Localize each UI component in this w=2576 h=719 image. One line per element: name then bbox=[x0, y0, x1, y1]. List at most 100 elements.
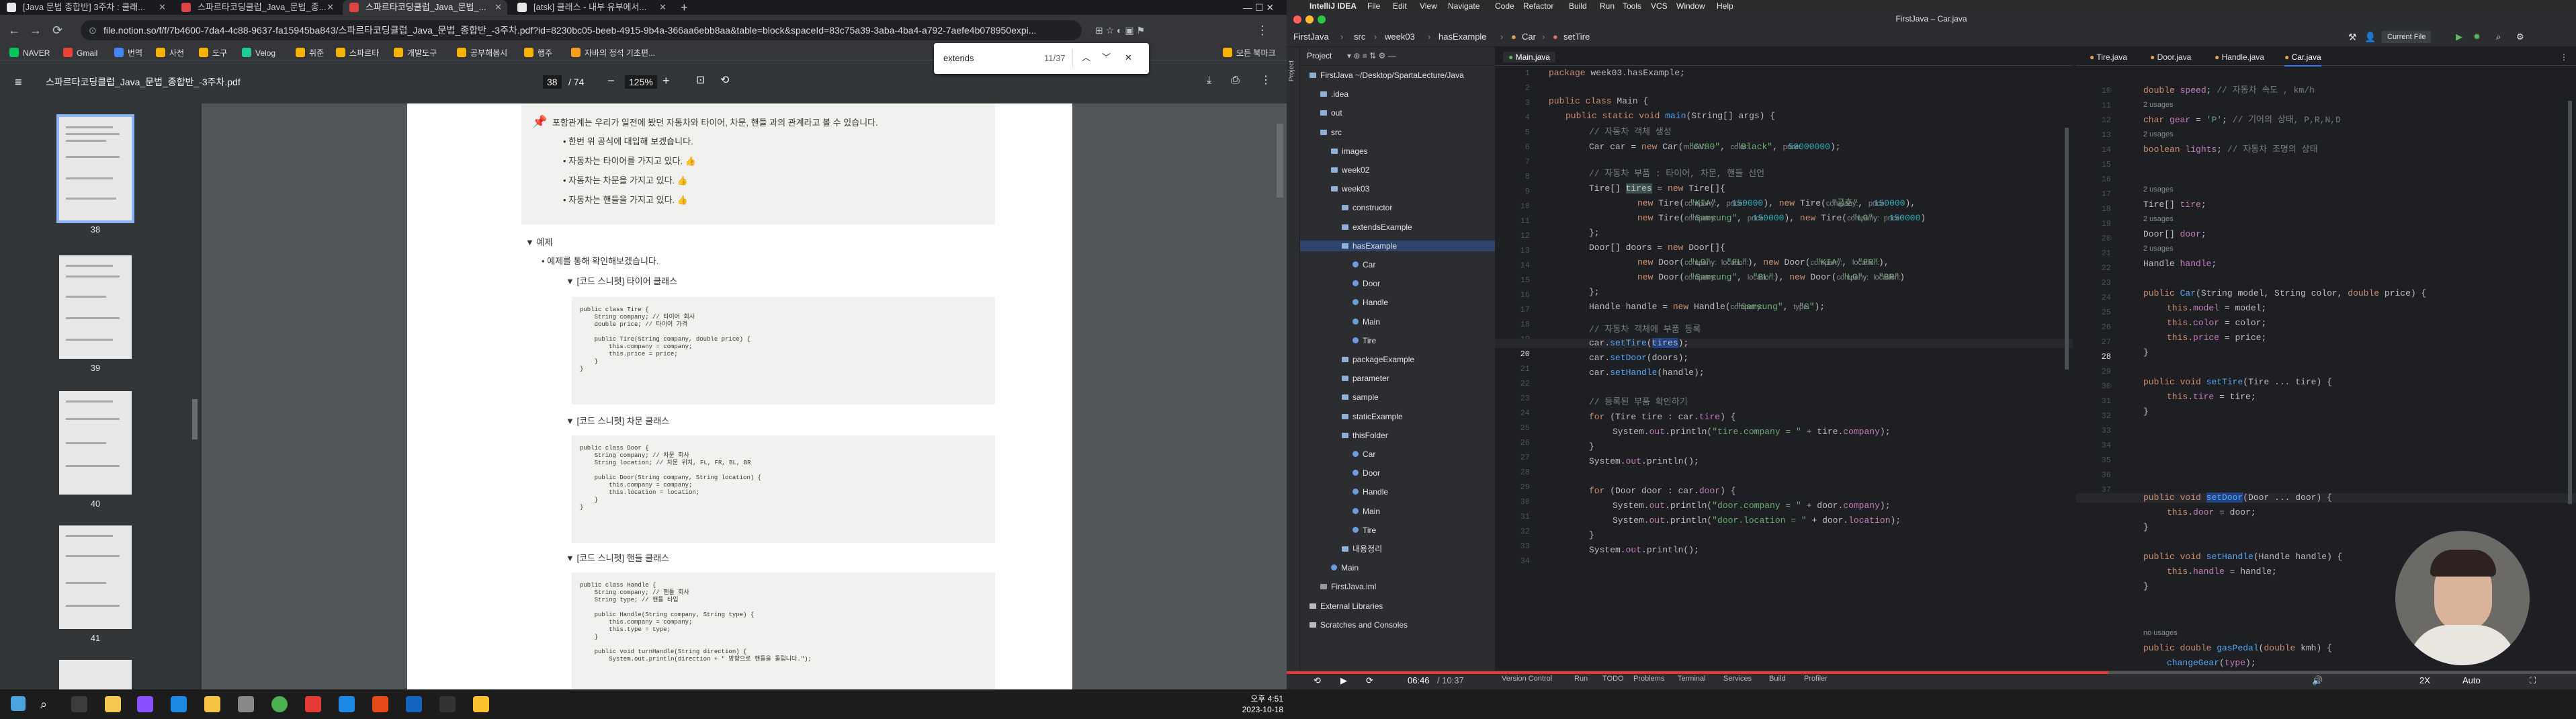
menu-item[interactable]: Code bbox=[1495, 0, 1514, 12]
run-config-select[interactable]: Current File bbox=[2382, 31, 2432, 43]
tree-item[interactable]: week02 bbox=[1300, 165, 1495, 175]
menu-item[interactable]: Refactor bbox=[1523, 0, 1553, 12]
code-line[interactable]: new Door(company: "LG", location: "FL"),… bbox=[1637, 258, 1889, 267]
search-icon[interactable]: ⌕ bbox=[2496, 31, 2501, 43]
bookmark-item[interactable]: 자바의 정석 기초편... bbox=[571, 47, 655, 59]
bookmark-item[interactable]: 사전 bbox=[156, 47, 184, 59]
tree-item[interactable]: Handle bbox=[1300, 487, 1495, 497]
example-toggle[interactable]: ▼ 예제 bbox=[525, 237, 552, 249]
bookmark-item[interactable]: 공부해봅시 bbox=[457, 47, 507, 59]
code-line[interactable]: public static void main(String[] args) { bbox=[1565, 112, 1775, 121]
breadcrumb-item[interactable]: src bbox=[1354, 31, 1365, 43]
code-line[interactable]: } bbox=[2143, 348, 2149, 357]
code-line[interactable]: }; bbox=[1589, 228, 1600, 238]
page-thumbnail[interactable] bbox=[59, 660, 132, 689]
section-title[interactable]: ▼ [코드 스니펫] 핸들 클래스 bbox=[566, 552, 669, 564]
code-line[interactable]: public void setHandle(Handle handle) { bbox=[2143, 552, 2342, 562]
settings-icon[interactable]: ⚙ bbox=[2516, 31, 2524, 43]
code-line[interactable]: } bbox=[2143, 582, 2149, 591]
zoom-out-icon[interactable]: − bbox=[607, 74, 615, 87]
tree-item[interactable]: parameter bbox=[1300, 373, 1495, 384]
tree-item[interactable]: constructor bbox=[1300, 202, 1495, 213]
code-line[interactable]: double speed; // 자동차 속도 , km/h bbox=[2143, 86, 2315, 95]
code-line[interactable]: // 자동차 부품 : 타이어, 차문, 핸들 선언 bbox=[1589, 169, 1764, 179]
all-bookmarks[interactable]: 모든 북마크 bbox=[1223, 47, 1276, 59]
bookmark-item[interactable]: NAVER bbox=[9, 47, 50, 59]
close-tab-icon[interactable]: ✕ bbox=[327, 0, 334, 15]
status-item[interactable]: Problems bbox=[1633, 674, 1664, 683]
app-icon[interactable] bbox=[305, 696, 321, 712]
reload-icon[interactable]: ⟳ bbox=[52, 23, 62, 38]
code-line[interactable]: this.door = door; bbox=[2167, 508, 2256, 517]
project-panel-icons[interactable]: ▾ ⊕ ≡ ⇅ ⚙ — bbox=[1347, 51, 1396, 60]
tree-item[interactable]: Scratches and Consoles bbox=[1300, 620, 1495, 630]
forward-icon[interactable]: ⟳ bbox=[1366, 675, 1373, 686]
bookmark-item[interactable]: Velog bbox=[242, 47, 275, 59]
speed-button[interactable]: 2X bbox=[2419, 675, 2430, 685]
editor-tab-main[interactable]: ● Main.java bbox=[1503, 52, 1555, 62]
code-line[interactable]: public void setDoor(Door ... door) { bbox=[2143, 493, 2332, 503]
code-line[interactable]: } bbox=[2143, 407, 2149, 417]
user-icon[interactable]: 👤 bbox=[2364, 31, 2376, 43]
close-tab-icon[interactable]: ✕ bbox=[659, 0, 667, 15]
code-line[interactable]: } bbox=[2143, 523, 2149, 532]
code-line[interactable]: } bbox=[1589, 531, 1594, 540]
editor-tab-active[interactable]: ● Car.java bbox=[2284, 52, 2321, 67]
tree-item[interactable]: src bbox=[1300, 127, 1495, 138]
status-item[interactable]: Build bbox=[1769, 674, 1785, 683]
thumbnail-scrollbar[interactable] bbox=[192, 399, 198, 439]
code-line[interactable]: new Tire(company: "Samsung", price: 1500… bbox=[1637, 214, 1926, 223]
close-tab-icon[interactable]: ✕ bbox=[159, 0, 166, 15]
usages-hint[interactable]: 2 usages bbox=[2143, 101, 2174, 109]
code-line[interactable]: boolean lights; // 자동차 조명의 상태 bbox=[2143, 145, 2318, 155]
menu-item[interactable]: Navigate bbox=[1448, 0, 1479, 12]
code-line[interactable]: System.out.println("door.company = " + d… bbox=[1613, 501, 1891, 511]
code-line[interactable]: Handle handle; bbox=[2143, 259, 2217, 269]
code-line[interactable]: // 등록된 부품 확인하기 bbox=[1589, 398, 1688, 407]
status-item[interactable]: Run bbox=[1574, 674, 1588, 683]
code-line[interactable]: new Tire(company: "KIA", price: 150000),… bbox=[1637, 199, 1916, 208]
bookmark-item[interactable]: 행주 bbox=[524, 47, 552, 59]
tree-item[interactable]: out bbox=[1300, 108, 1495, 118]
back-icon[interactable]: ← bbox=[8, 23, 20, 38]
volume-icon[interactable]: 🔊 bbox=[2312, 675, 2323, 686]
more-tabs-icon[interactable]: ⋮ bbox=[2560, 52, 2568, 62]
new-tab-button[interactable]: + bbox=[675, 0, 695, 15]
breadcrumb-item[interactable]: week03 bbox=[1385, 31, 1415, 43]
tree-item[interactable]: packageExample bbox=[1300, 354, 1495, 365]
code-line[interactable]: this.model = model; bbox=[2167, 304, 2266, 313]
menu-app[interactable]: IntelliJ IDEA bbox=[1310, 0, 1357, 12]
usages-hint[interactable]: 2 usages bbox=[2143, 245, 2174, 253]
code-line[interactable]: for (Tire tire : car.tire) { bbox=[1589, 413, 1735, 422]
explorer-icon[interactable] bbox=[204, 696, 220, 712]
print-icon[interactable]: ⎙ bbox=[1231, 74, 1240, 87]
menu-item[interactable]: Build bbox=[1569, 0, 1587, 12]
menu-item[interactable]: Help bbox=[1717, 0, 1733, 12]
browser-tab[interactable]: 스파르타코딩클럽_Java_문법_종... ✕ bbox=[175, 0, 339, 15]
usages-hint[interactable]: 2 usages bbox=[2143, 215, 2174, 223]
bookmark-item[interactable]: 취준 bbox=[296, 47, 324, 59]
code-line[interactable]: System.out.println(); bbox=[1589, 457, 1699, 466]
status-item[interactable]: Terminal bbox=[1678, 674, 1706, 683]
extensions-icons[interactable]: ⊞ ☆ ◐ ▣ ⚑ bbox=[1095, 23, 1145, 38]
code-line[interactable]: Car car = new Car(model: "GV80", color: … bbox=[1589, 142, 1841, 152]
menu-item[interactable]: VCS bbox=[1651, 0, 1668, 12]
code-line[interactable]: car.setHandle(handle); bbox=[1589, 368, 1705, 378]
tree-item[interactable]: thisFolder bbox=[1300, 430, 1495, 441]
usages-hint[interactable]: 2 usages bbox=[2143, 130, 2174, 138]
page-thumbnail[interactable] bbox=[59, 391, 132, 495]
tree-item[interactable]: Car bbox=[1300, 259, 1495, 270]
app-icon[interactable] bbox=[372, 696, 388, 712]
download-icon[interactable]: ⤓ bbox=[1207, 74, 1211, 87]
code-line[interactable]: car.setDoor(doors); bbox=[1589, 353, 1688, 363]
breadcrumb-item[interactable]: hasExample bbox=[1439, 31, 1487, 43]
code-line[interactable]: Door[] door; bbox=[2143, 230, 2206, 239]
tree-item[interactable]: Main bbox=[1300, 562, 1495, 573]
play-icon[interactable]: ▶ bbox=[1340, 675, 1347, 686]
breadcrumb-item[interactable]: FirstJava bbox=[1293, 31, 1329, 43]
code-line[interactable]: public class Main { bbox=[1549, 97, 1648, 106]
tree-item[interactable]: Tire bbox=[1300, 525, 1495, 536]
find-close-icon[interactable]: ✕ bbox=[1125, 51, 1132, 65]
kakaotalk-icon[interactable] bbox=[473, 696, 489, 712]
browser-tab[interactable]: [Java 문법 종합반] 3주차 : 클래... ✕ bbox=[0, 0, 171, 15]
